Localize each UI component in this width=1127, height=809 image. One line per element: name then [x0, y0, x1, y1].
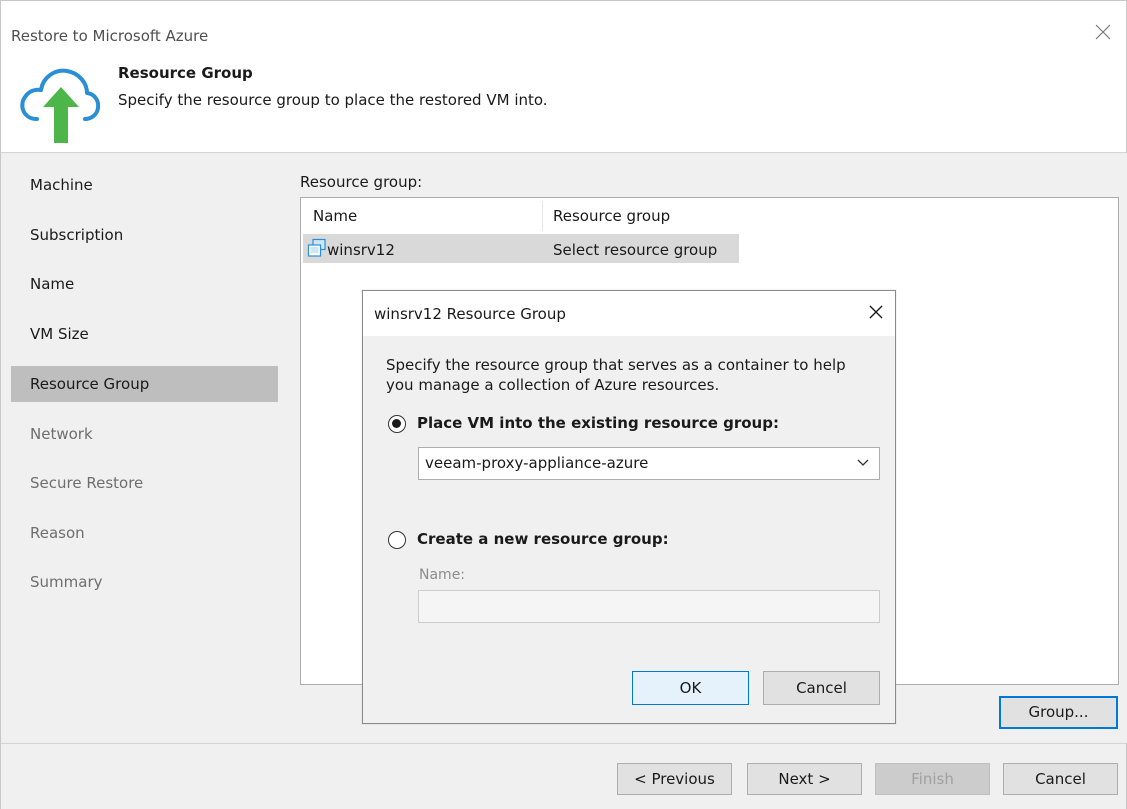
- row-resource-group: Select resource group: [553, 241, 718, 259]
- step-subscription[interactable]: Subscription: [11, 217, 278, 253]
- new-group-radio[interactable]: [388, 531, 406, 549]
- window-title: Restore to Microsoft Azure: [11, 27, 209, 45]
- new-group-name-label: Name:: [419, 567, 466, 583]
- step-resource-group[interactable]: Resource Group: [11, 366, 278, 402]
- virtual-machine-icon: [307, 238, 326, 257]
- dialog-title: winsrv12 Resource Group: [374, 305, 566, 323]
- column-header-name[interactable]: Name: [313, 207, 357, 225]
- step-secure-restore[interactable]: Secure Restore: [11, 465, 278, 501]
- cloud-upload-icon: [20, 68, 101, 143]
- new-group-name-input[interactable]: [418, 590, 880, 623]
- step-machine[interactable]: Machine: [11, 167, 278, 203]
- chevron-down-icon: [857, 459, 869, 466]
- step-reason[interactable]: Reason: [11, 515, 278, 551]
- new-group-label[interactable]: Create a new resource group:: [417, 530, 669, 548]
- page-description: Specify the resource group to place the …: [118, 91, 548, 109]
- cancel-button[interactable]: Cancel: [1003, 763, 1118, 795]
- column-separator: [542, 201, 543, 231]
- resource-group-select[interactable]: veeam-proxy-appliance-azure: [418, 447, 880, 480]
- group-button[interactable]: Group...: [999, 696, 1118, 729]
- dialog-description: Specify the resource group that serves a…: [386, 356, 846, 394]
- resource-group-label: Resource group:: [300, 173, 423, 191]
- step-vm-size[interactable]: VM Size: [11, 316, 278, 352]
- dialog-title-bar: winsrv12 Resource Group: [363, 291, 895, 336]
- column-header-resource-group[interactable]: Resource group: [553, 207, 670, 225]
- close-icon[interactable]: [867, 303, 885, 321]
- resource-group-select-value: veeam-proxy-appliance-azure: [425, 454, 649, 472]
- row-vm-name: winsrv12: [327, 241, 395, 259]
- step-network[interactable]: Network: [11, 416, 278, 452]
- next-button[interactable]: Next >: [747, 763, 862, 795]
- step-name[interactable]: Name: [11, 266, 278, 302]
- existing-group-radio[interactable]: [388, 415, 406, 433]
- page-title: Resource Group: [118, 64, 253, 82]
- restore-wizard-window: Restore to Microsoft Azure Resource Grou…: [0, 0, 1127, 809]
- step-summary[interactable]: Summary: [11, 564, 278, 600]
- finish-button[interactable]: Finish: [875, 763, 990, 795]
- title-bar: Restore to Microsoft Azure: [1, 1, 1126, 49]
- previous-button[interactable]: < Previous: [617, 763, 732, 795]
- ok-button[interactable]: OK: [632, 671, 749, 705]
- resource-group-dialog: winsrv12 Resource Group Specify the reso…: [362, 290, 896, 724]
- radio-selected-dot: [392, 419, 401, 428]
- dialog-cancel-button[interactable]: Cancel: [763, 671, 880, 705]
- close-icon[interactable]: [1094, 23, 1112, 41]
- existing-group-label[interactable]: Place VM into the existing resource grou…: [417, 414, 779, 432]
